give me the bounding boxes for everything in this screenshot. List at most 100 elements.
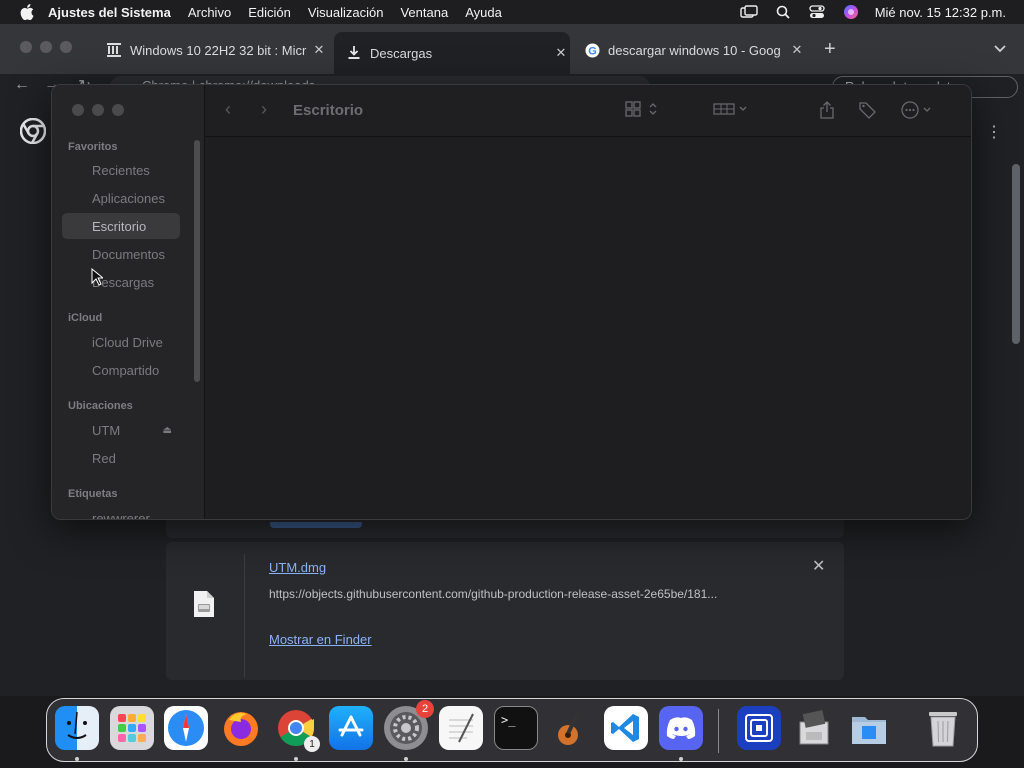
terminal-icon[interactable]: >_ <box>494 706 538 750</box>
tab-close-icon[interactable]: ✕ <box>552 45 570 61</box>
remove-download-close-icon[interactable]: ✕ <box>812 556 825 576</box>
tab-google[interactable]: G descargar windows 10 - Goog ✕ <box>572 33 806 67</box>
more-options-icon[interactable]: ⋮ <box>986 122 1002 142</box>
system-settings-icon[interactable]: 2 <box>384 700 434 750</box>
sidebar-section-etiquetas: Etiquetas <box>68 488 118 500</box>
new-tab-icon[interactable]: + <box>824 38 836 61</box>
menu-ventana[interactable]: Ventana <box>400 5 448 20</box>
tag-icon[interactable] <box>859 101 877 119</box>
discord-icon[interactable] <box>659 706 703 750</box>
sidebar-section-icloud: iCloud <box>68 312 103 324</box>
sidebar-item-label: iCloud Drive <box>92 334 163 350</box>
vscode-icon[interactable] <box>604 706 648 750</box>
installer-icon[interactable] <box>792 706 836 750</box>
finder-content-area[interactable] <box>205 137 971 519</box>
download-source-url: https://objects.githubusercontent.com/gi… <box>269 587 718 601</box>
safari-icon[interactable] <box>164 706 208 750</box>
sidebar-item-label: Documentos <box>92 246 165 262</box>
display-mirror-icon[interactable] <box>739 4 759 20</box>
window-close-button[interactable] <box>20 41 32 53</box>
chrome-icon[interactable]: 1 <box>274 706 320 752</box>
sidebar-item-descargas[interactable]: Descargas <box>62 269 180 295</box>
sidebar-item-red[interactable]: Red <box>62 445 180 471</box>
apple-menu-icon[interactable] <box>18 3 36 21</box>
finder-zoom-button[interactable] <box>112 104 124 116</box>
menu-edicion[interactable]: Edición <box>248 5 291 20</box>
garageband-icon[interactable] <box>549 706 593 750</box>
previous-download-button[interactable] <box>270 522 362 528</box>
firefox-icon[interactable] <box>219 706 263 750</box>
google-icon: G <box>584 42 600 58</box>
control-center-icon[interactable] <box>807 4 827 20</box>
tab-archive[interactable]: Windows 10 22H2 32 bit : Micr ✕ <box>94 33 328 67</box>
window-minimize-button[interactable] <box>40 41 52 53</box>
download-file-name-link[interactable]: UTM.dmg <box>269 560 326 575</box>
window-zoom-button[interactable] <box>60 41 72 53</box>
dock-separator <box>718 709 719 753</box>
settings-running-indicator <box>404 757 408 761</box>
tab-close-icon[interactable]: ✕ <box>788 42 806 58</box>
eject-icon[interactable]: ⏏ <box>163 425 172 436</box>
group-by-icon[interactable] <box>713 101 751 117</box>
settings-notification-badge: 2 <box>416 700 434 718</box>
sidebar-item-icloud-drive[interactable]: iCloud Drive <box>62 329 180 355</box>
archive-org-icon <box>106 42 122 58</box>
spotlight-icon[interactable] <box>773 4 793 20</box>
finder-toolbar: ‹ › Escritorio <box>205 85 971 137</box>
tab-strip: Windows 10 22H2 32 bit : Micr ✕ Descarga… <box>0 24 1024 74</box>
sidebar-scrollbar[interactable] <box>194 140 200 382</box>
sidebar-item-label: Aplicaciones <box>92 190 165 206</box>
app-store-icon[interactable] <box>329 706 373 750</box>
chrome-running-indicator <box>294 757 298 761</box>
launchpad-icon[interactable] <box>110 706 154 750</box>
sidebar-item-label: rewwrerer <box>92 510 150 520</box>
menu-app-name[interactable]: Ajustes del Sistema <box>48 5 171 20</box>
menu-ayuda[interactable]: Ayuda <box>465 5 502 20</box>
folder-finder-icon[interactable] <box>847 706 891 750</box>
sidebar-item-escritorio[interactable]: Escritorio <box>62 213 180 239</box>
sidebar-item-compartido[interactable]: Compartido <box>62 357 180 383</box>
sidebar-item-label: Recientes <box>92 162 150 178</box>
sidebar-item-label: Compartido <box>92 362 160 378</box>
trash-icon[interactable] <box>921 706 965 750</box>
menu-clock[interactable]: Mié nov. 15 12:32 p.m. <box>875 5 1006 20</box>
dmg-file-icon <box>192 590 216 621</box>
finder-forward-icon[interactable]: › <box>261 99 267 120</box>
tab-title: Windows 10 22H2 32 bit : Micr <box>130 42 307 58</box>
tab-search-chevron-icon[interactable] <box>994 41 1006 56</box>
menu-visualizacion[interactable]: Visualización <box>308 5 384 20</box>
chrome-download-badge: 1 <box>304 736 320 752</box>
textedit-icon[interactable] <box>439 706 483 750</box>
more-actions-icon[interactable] <box>901 101 935 119</box>
finder-folder-title: Escritorio <box>293 102 364 119</box>
card-divider <box>244 554 245 678</box>
sidebar-item-label: UTM <box>92 422 121 438</box>
back-arrow-icon[interactable]: ← <box>14 76 30 94</box>
sidebar-item-utm[interactable]: UTM ⏏ <box>62 417 180 443</box>
discord-running-indicator <box>679 757 683 761</box>
finder-close-button[interactable] <box>72 104 84 116</box>
siri-icon[interactable] <box>841 4 861 20</box>
utm-icon[interactable] <box>737 706 781 750</box>
finder-running-indicator <box>75 757 79 761</box>
finder-minimize-button[interactable] <box>92 104 104 116</box>
menu-archivo[interactable]: Archivo <box>188 5 231 20</box>
show-in-finder-link[interactable]: Mostrar en Finder <box>269 632 372 647</box>
sidebar-item-documentos[interactable]: Documentos <box>62 241 180 267</box>
sidebar-item-recientes[interactable]: Recientes <box>62 157 180 183</box>
tab-title: Descargas <box>370 45 433 61</box>
sidebar-section-ubicaciones: Ubicaciones <box>68 400 133 412</box>
sidebar-item-aplicaciones[interactable]: Aplicaciones <box>62 185 180 211</box>
finder-back-icon[interactable]: ‹ <box>225 99 231 120</box>
view-grid-icon[interactable] <box>625 101 659 117</box>
sidebar-item-tag[interactable]: rewwrerer <box>62 505 180 520</box>
tab-title: descargar windows 10 - Goog <box>608 42 781 58</box>
tab-close-icon[interactable]: ✕ <box>310 42 328 58</box>
page-scrollbar[interactable] <box>1012 164 1020 344</box>
chrome-logo-icon <box>19 117 47 147</box>
share-icon[interactable] <box>819 101 835 119</box>
dock: 1 2 >_ <box>46 698 978 762</box>
tab-downloads[interactable]: Descargas ✕ <box>334 32 570 74</box>
svg-text:G: G <box>588 45 597 57</box>
finder-icon[interactable] <box>55 706 99 750</box>
